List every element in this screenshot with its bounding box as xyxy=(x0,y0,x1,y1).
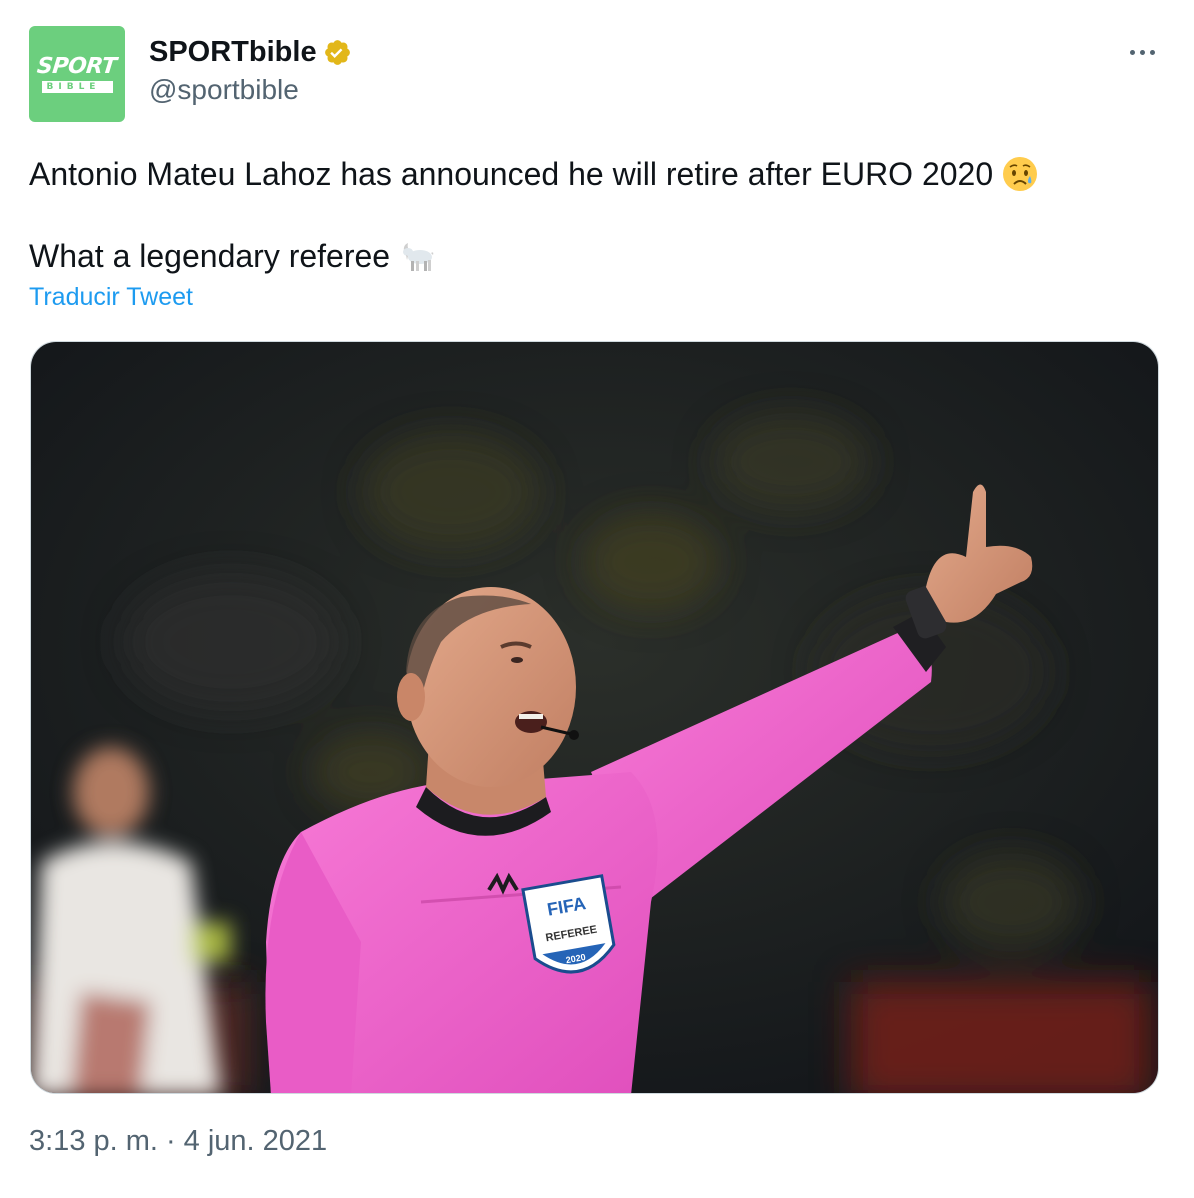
tweet-text: Antonio Mateu Lahoz has announced he wil… xyxy=(29,152,1169,278)
tweet-text-line-2: What a legendary referee xyxy=(29,234,1169,278)
avatar[interactable]: SPORT BIBLE xyxy=(29,26,125,122)
tweet-time[interactable]: 3:13 p. m. xyxy=(29,1125,158,1158)
goat-emoji xyxy=(398,237,436,275)
author-name-row: SPORTbible xyxy=(149,32,352,72)
tweet-timestamp: 3:13 p. m. · 4 jun. 2021 xyxy=(29,1125,327,1158)
tweet-text-line-2-content: What a legendary referee xyxy=(29,238,391,274)
timestamp-separator: · xyxy=(165,1125,176,1157)
avatar-logo-text: SPORT xyxy=(36,53,118,79)
tweet-text-line-1-content: Antonio Mateu Lahoz has announced he wil… xyxy=(29,156,994,192)
sad-but-relieved-face-emoji xyxy=(1001,155,1039,193)
more-horizontal-icon xyxy=(1129,49,1155,55)
translate-tweet-link[interactable]: Traducir Tweet xyxy=(29,283,193,312)
tweet-card: SPORT BIBLE SPORTbible @sportbible Anton… xyxy=(0,0,1194,1198)
tweet-photo[interactable]: FIFA REFEREE 2020 xyxy=(30,341,1159,1094)
author-handle[interactable]: @sportbible xyxy=(149,74,299,106)
avatar-logo-subtext: BIBLE xyxy=(41,80,113,93)
more-options-button[interactable] xyxy=(1122,36,1162,68)
verified-badge-icon[interactable] xyxy=(323,38,352,67)
tweet-date[interactable]: 4 jun. 2021 xyxy=(184,1125,328,1158)
tweet-text-line-1: Antonio Mateu Lahoz has announced he wil… xyxy=(29,152,1169,196)
author-display-name[interactable]: SPORTbible xyxy=(149,36,317,69)
